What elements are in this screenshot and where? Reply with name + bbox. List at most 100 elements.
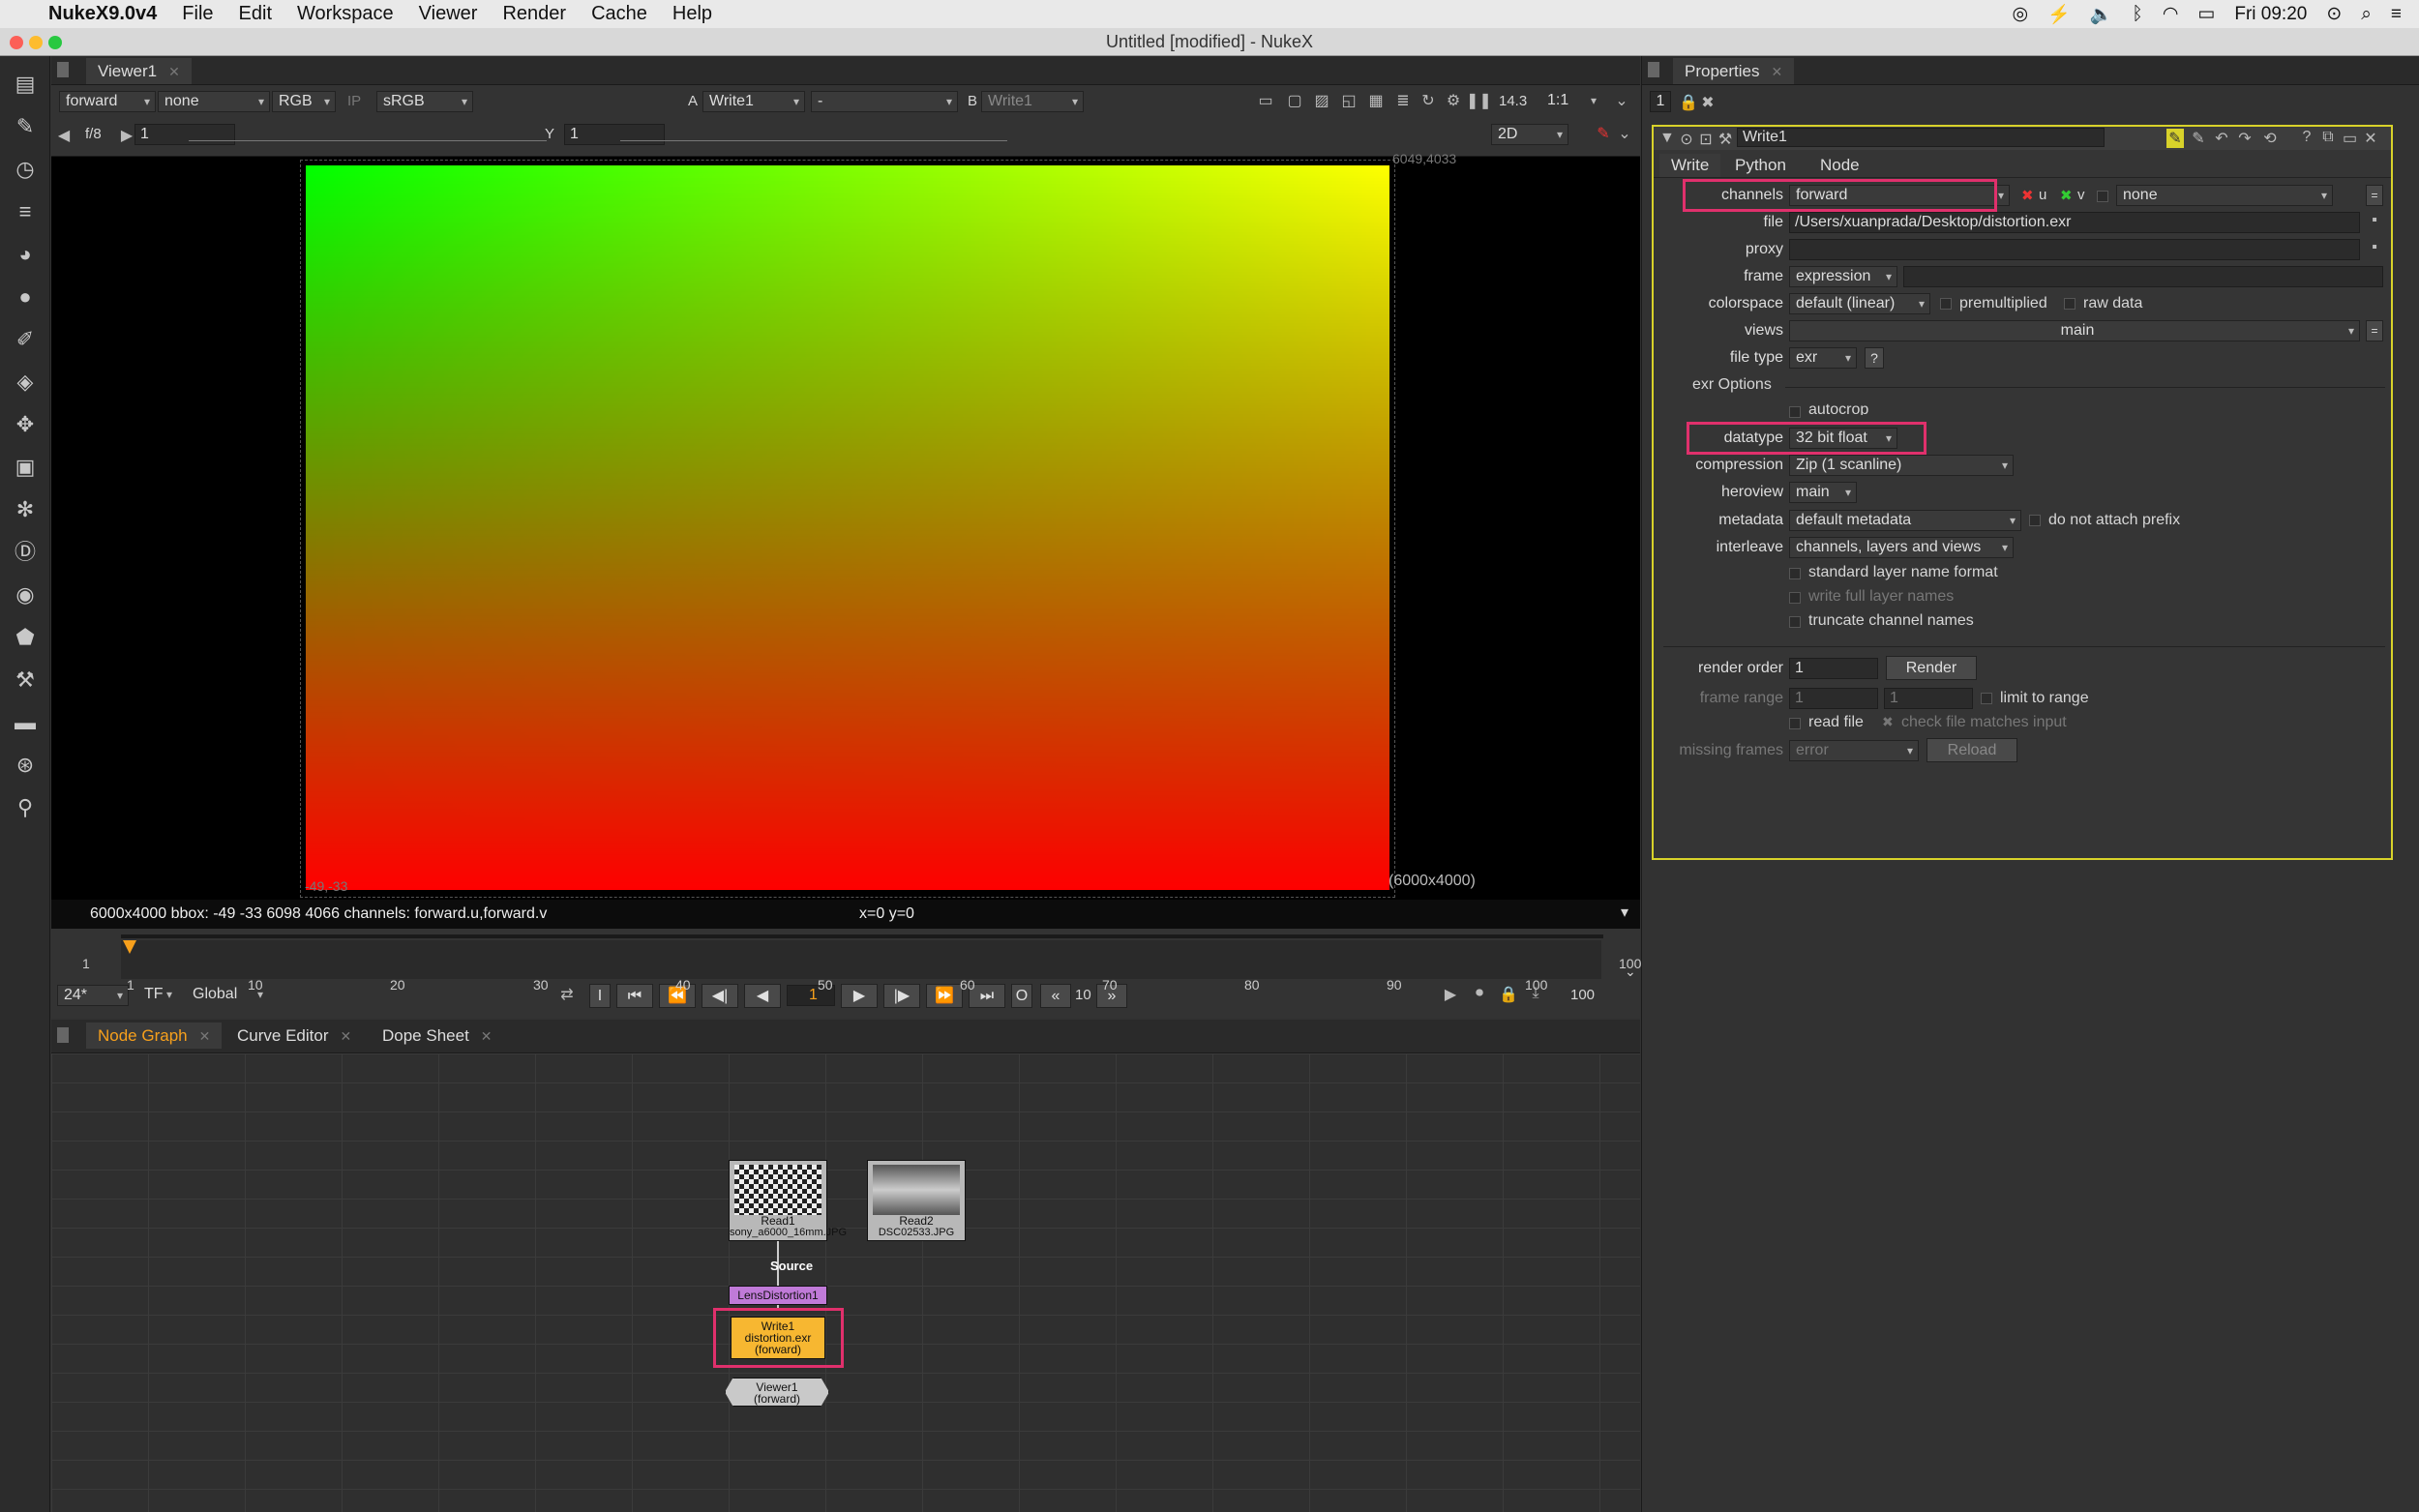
clipping-icon[interactable]: ▨ [1311, 91, 1332, 110]
check-file-icon[interactable]: ✖ [1882, 714, 1894, 730]
user-icon[interactable]: ⊙ [2326, 3, 2342, 25]
no-prefix-checkbox[interactable] [2029, 515, 2041, 526]
autocrop-checkbox[interactable] [1789, 406, 1801, 418]
record-icon[interactable]: ⏺ [1470, 985, 1489, 1002]
panel-menu-icon[interactable] [57, 62, 69, 77]
float-panel-icon[interactable]: ⧉ [2321, 129, 2335, 146]
notifications-icon[interactable]: ≡ [2391, 4, 2402, 25]
fps-dropdown[interactable]: 24* [57, 985, 129, 1006]
chan-u-check-icon[interactable]: ✖ [2021, 187, 2034, 204]
mask-icon[interactable]: ≣ [1392, 91, 1414, 110]
close-panel-icon[interactable]: ✕ [2364, 129, 2377, 148]
loop-icon[interactable]: ⇄ [554, 985, 580, 1004]
revert-icon[interactable]: ⟲ [2261, 129, 2279, 148]
undo-icon[interactable]: ↶ [2213, 129, 2230, 148]
full-layer-checkbox[interactable] [1789, 592, 1801, 604]
proxy-field[interactable] [1789, 239, 2360, 260]
metadata-dropdown[interactable]: default metadata [1789, 510, 2021, 531]
close-icon[interactable]: ✕ [199, 1028, 211, 1044]
viewer1-node[interactable]: Viewer1 (forward) [725, 1378, 829, 1407]
lensdistortion-node[interactable]: LensDistortion1 [729, 1286, 827, 1305]
creative-cloud-icon[interactable]: ◎ [2012, 3, 2028, 25]
maximize-icon[interactable]: ▭ [2343, 129, 2357, 148]
max-panels-field[interactable]: 1 [1650, 91, 1671, 112]
lut-dropdown[interactable]: sRGB [376, 91, 473, 112]
plugins-icon[interactable]: ⚲ [11, 793, 40, 822]
playhead[interactable] [123, 940, 136, 954]
battery-icon[interactable]: ▭ [2197, 3, 2215, 25]
lock-panel-icon[interactable]: 🔒 [1679, 93, 1698, 112]
menu-render[interactable]: Render [502, 3, 566, 25]
timeline-ruler[interactable] [121, 940, 1601, 979]
menu-help[interactable]: Help [672, 3, 712, 25]
close-icon[interactable]: ✕ [340, 1028, 351, 1044]
filetype-dropdown[interactable]: exr [1789, 347, 1857, 369]
filter-nodes-icon[interactable]: ● [11, 282, 40, 311]
range-start-field[interactable]: 1 [1789, 688, 1878, 709]
ratio-dropdown[interactable]: 1:1 [1541, 91, 1601, 112]
metadata-nodes-icon[interactable]: ⬟ [11, 623, 40, 652]
next-keyframe-button[interactable]: ⏩ [926, 984, 963, 1008]
file-field[interactable]: /Users/xuanprada/Desktop/distortion.exr [1789, 212, 2360, 233]
viewer-canvas[interactable]: 6049,4033 -49,-33 (6000x4000) [51, 151, 1640, 900]
first-frame-button[interactable]: ⏮ [616, 984, 653, 1008]
other-nodes-icon[interactable]: ▬ [11, 708, 40, 737]
lock-icon[interactable]: 🔒 [1499, 985, 1518, 1004]
read2-node[interactable]: Read2 DSC02533.JPG [867, 1160, 966, 1241]
roi-icon[interactable]: ▭ [1255, 91, 1276, 110]
proxy-icon[interactable]: ⚙ [1443, 91, 1464, 110]
redo-icon[interactable]: ↷ [2236, 129, 2254, 148]
zoom-window-button[interactable] [48, 36, 62, 49]
play-forward-button[interactable]: ▶ [841, 984, 878, 1008]
furnace-nodes-icon[interactable]: ⊛ [11, 751, 40, 780]
bluetooth-icon[interactable]: ᛒ [2132, 4, 2142, 25]
merge-nodes-icon[interactable]: ◈ [11, 368, 40, 397]
compression-dropdown[interactable]: Zip (1 scanline) [1789, 455, 2014, 476]
input-a-dropdown[interactable]: Write1 [702, 91, 805, 112]
views-dropdown[interactable]: main [1789, 320, 2360, 341]
deep-nodes-icon[interactable]: Ⓓ [11, 538, 40, 567]
std-layer-checkbox[interactable] [1789, 568, 1801, 579]
heroview-dropdown[interactable]: main [1789, 482, 1857, 503]
expand-lower-icon[interactable]: ⌄ [1615, 124, 1634, 143]
node-name-field[interactable]: Write1 [1737, 128, 2105, 147]
display-channels-dropdown[interactable]: RGB [272, 91, 336, 112]
collapse-icon[interactable]: ▼ [1659, 130, 1675, 147]
chan-extra-dropdown[interactable]: none [2116, 185, 2333, 206]
next-frame-button[interactable]: |▶ [883, 984, 920, 1008]
views-nodes-icon[interactable]: ◉ [11, 580, 40, 609]
refresh-icon[interactable]: ↻ [1418, 91, 1439, 110]
range-end-field[interactable]: 1 [1884, 688, 1973, 709]
render-order-field[interactable]: 1 [1789, 658, 1878, 679]
views-link-button[interactable]: = [2366, 320, 2383, 341]
subtab-python[interactable]: Python [1723, 154, 1798, 177]
filetype-help-button[interactable]: ? [1865, 347, 1884, 369]
menu-file[interactable]: File [182, 3, 213, 25]
close-icon[interactable]: ✕ [481, 1028, 493, 1044]
read-file-checkbox[interactable] [1789, 718, 1801, 729]
guides-icon[interactable]: ▦ [1365, 91, 1387, 110]
read1-node[interactable]: Read1 sony_a6000_16mm.JPG [729, 1160, 847, 1241]
help-icon[interactable]: ? [2300, 129, 2314, 146]
out-point-button[interactable]: O [1011, 984, 1032, 1008]
pause-icon[interactable]: ❚❚ [1466, 91, 1492, 110]
in-point-button[interactable]: I [589, 984, 611, 1008]
skip-back-button[interactable]: « [1040, 984, 1071, 1008]
ip-toggle[interactable]: IP [347, 93, 361, 109]
gain-left-arrow-icon[interactable]: ◀ [57, 126, 71, 145]
menu-cache[interactable]: Cache [591, 3, 647, 25]
render-button[interactable]: Render [1886, 656, 1977, 680]
tab-properties[interactable]: Properties ✕ [1673, 58, 1795, 84]
channel-nodes-icon[interactable]: ≡ [11, 197, 40, 226]
info-expand-icon[interactable]: ▾ [1621, 903, 1628, 922]
layer-dropdown[interactable]: forward [59, 91, 156, 112]
draw-nodes-icon[interactable]: ✎ [11, 112, 40, 141]
tab-dope-sheet[interactable]: Dope Sheet ✕ [371, 1023, 504, 1049]
menu-workspace[interactable]: Workspace [297, 3, 394, 25]
keyer-nodes-icon[interactable]: ✐ [11, 325, 40, 354]
premultiplied-checkbox[interactable] [1940, 298, 1952, 310]
input-b-dropdown[interactable]: Write1 [981, 91, 1084, 112]
input-node-icon[interactable]: ⊡ [1698, 130, 1714, 149]
channels-link-button[interactable]: = [2366, 185, 2383, 206]
paint-icon[interactable]: ✎ [1594, 124, 1613, 143]
